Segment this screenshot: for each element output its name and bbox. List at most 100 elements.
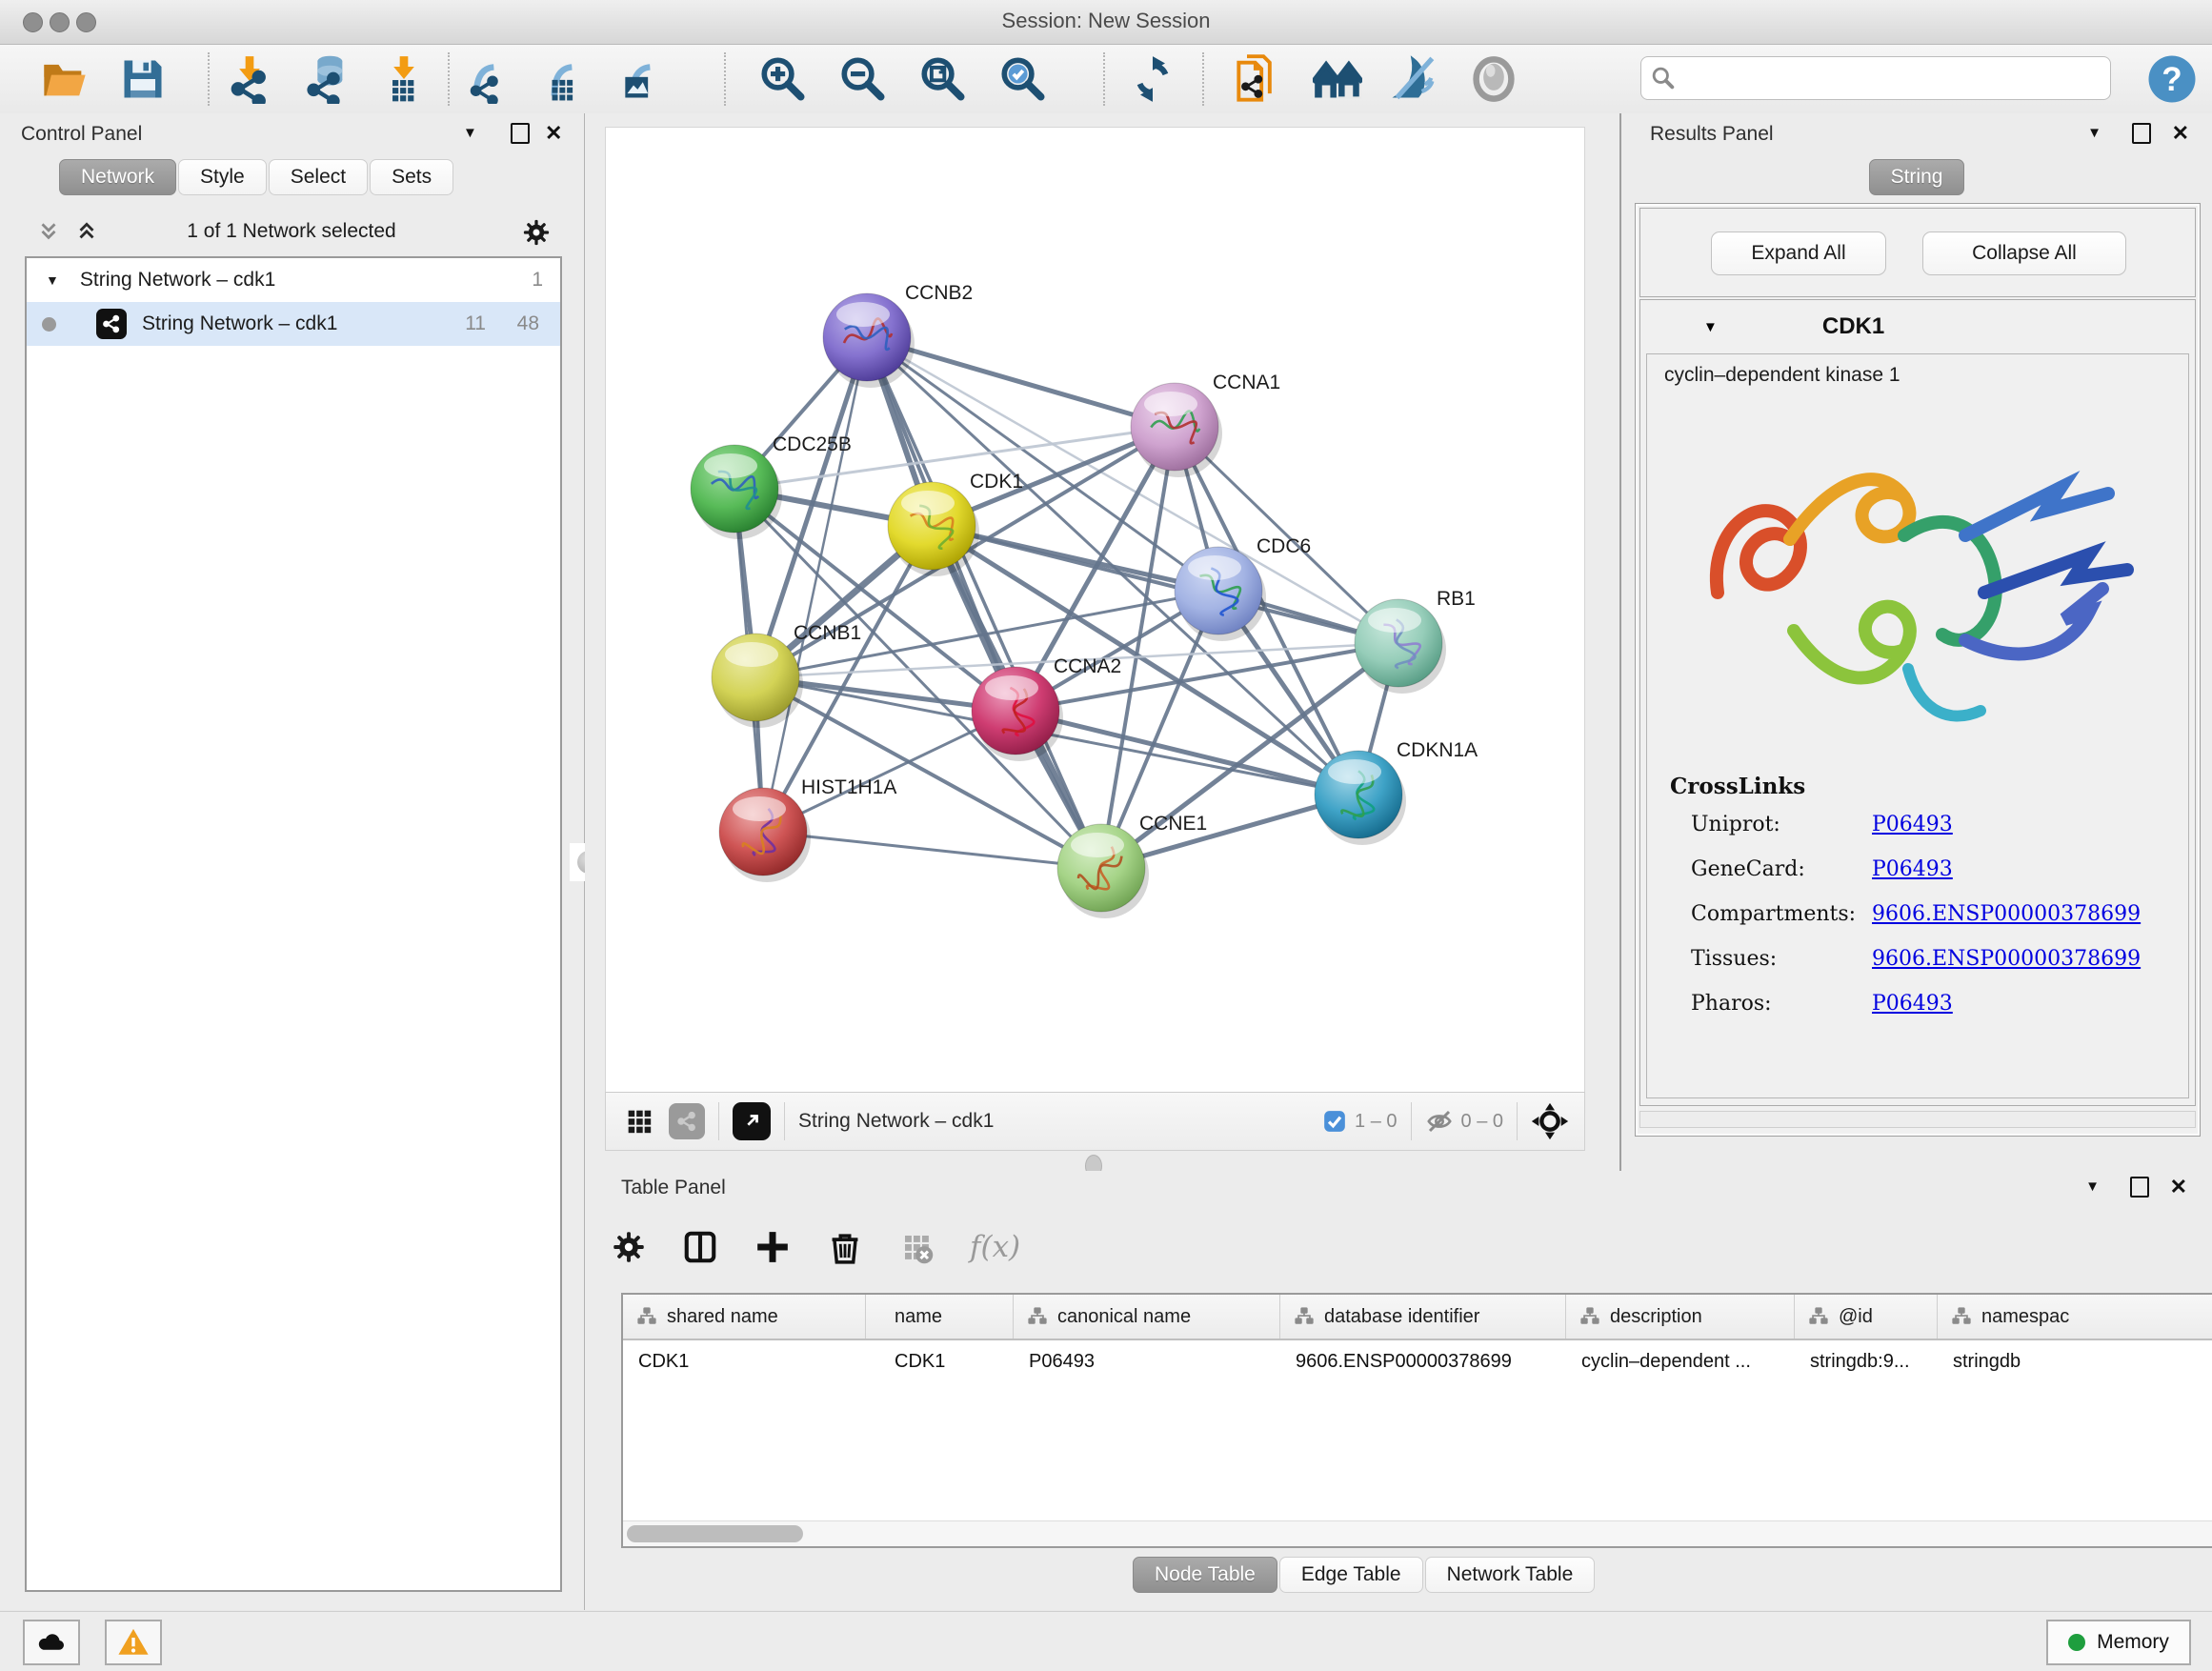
table-cell[interactable]: CDK1	[623, 1340, 866, 1382]
memory-button[interactable]: Memory	[2046, 1620, 2191, 1665]
node-CCNB2[interactable]: CCNB2	[823, 282, 973, 388]
zoom-selected-icon[interactable]	[998, 54, 1048, 104]
network-status-dot-icon	[42, 317, 56, 332]
tree-expand-caret-icon[interactable]: ▼	[46, 272, 59, 288]
node-CDK1[interactable]: CDK1	[888, 471, 1023, 576]
expand-all-button[interactable]: Expand All	[1711, 232, 1886, 275]
node-CDC6[interactable]: CDC6	[1175, 535, 1311, 641]
column-network-icon	[1579, 1306, 1600, 1327]
close-panel-icon[interactable]: ✕	[545, 121, 562, 146]
crosslink-label: Compartments:	[1670, 902, 1872, 947]
node-CCNA1[interactable]: CCNA1	[1131, 372, 1280, 477]
crosslink-link[interactable]: P06493	[1872, 813, 1953, 857]
tab-string[interactable]: String	[1869, 159, 1965, 195]
tab-select[interactable]: Select	[269, 159, 368, 195]
card-collapse-caret-icon[interactable]: ▼	[1703, 319, 1718, 335]
crosslink-link[interactable]: P06493	[1872, 857, 1953, 902]
zoom-in-icon[interactable]	[758, 54, 808, 104]
close-panel-icon[interactable]: ✕	[2170, 1175, 2187, 1199]
collapse-panel-icon[interactable]: ▼	[2085, 1178, 2100, 1195]
import-network-database-icon[interactable]	[301, 54, 351, 104]
column-header-canonical-name[interactable]: canonical name	[1014, 1295, 1280, 1339]
export-network-icon[interactable]	[465, 54, 514, 104]
table-cell[interactable]: cyclin–dependent ...	[1566, 1340, 1795, 1382]
tab-sets[interactable]: Sets	[370, 159, 453, 195]
tab-edge-table[interactable]: Edge Table	[1279, 1557, 1423, 1593]
table-row[interactable]: CDK1CDK1P064939606.ENSP00000378699cyclin…	[623, 1340, 2212, 1382]
export-image-icon[interactable]	[621, 54, 671, 104]
table-horizontal-scrollbar[interactable]	[623, 1520, 2212, 1546]
table-cell[interactable]: P06493	[1014, 1340, 1280, 1382]
tab-node-table[interactable]: Node Table	[1133, 1557, 1277, 1593]
open-session-icon[interactable]	[40, 54, 90, 104]
zoom-out-icon[interactable]	[838, 54, 888, 104]
table-cell[interactable]: 9606.ENSP00000378699	[1280, 1340, 1566, 1382]
zoom-fit-icon[interactable]	[918, 54, 968, 104]
close-panel-icon[interactable]: ✕	[2172, 121, 2189, 146]
selected-checkbox-icon[interactable]	[1322, 1109, 1347, 1134]
cloud-button[interactable]	[23, 1620, 80, 1665]
crosslink-link[interactable]: 9606.ENSP00000378699	[1872, 947, 2141, 992]
column-header-database-identifier[interactable]: database identifier	[1280, 1295, 1566, 1339]
column-header-namespac[interactable]: namespac	[1938, 1295, 2212, 1339]
help-icon[interactable]: ?	[2145, 52, 2195, 102]
tab-style[interactable]: Style	[178, 159, 267, 195]
node-RB1[interactable]: RB1	[1355, 588, 1476, 694]
table-cell[interactable]: CDK1	[866, 1340, 1014, 1382]
grid-view-icon[interactable]	[623, 1105, 655, 1137]
node-HIST1H1A[interactable]: HIST1H1A	[719, 776, 896, 882]
float-panel-icon[interactable]	[2130, 1177, 2149, 1198]
search-input[interactable]	[1640, 56, 2111, 100]
gear-icon[interactable]	[522, 218, 551, 247]
add-column-icon[interactable]	[754, 1229, 791, 1265]
crosslink-link[interactable]: 9606.ENSP00000378699	[1872, 902, 2141, 947]
results-panel-title: Results Panel	[1650, 123, 1774, 146]
edge-CCNB2-CCNE1[interactable]	[867, 337, 1101, 868]
return-home-icon[interactable]	[1313, 54, 1362, 104]
scrollbar-thumb[interactable]	[627, 1525, 803, 1542]
tab-network-table[interactable]: Network Table	[1425, 1557, 1596, 1593]
collapse-all-button[interactable]: Collapse All	[1922, 232, 2126, 275]
float-panel-icon[interactable]	[2132, 123, 2151, 144]
application-window: Session: New Session	[0, 0, 2212, 1671]
crosslink-link[interactable]: P06493	[1872, 992, 1953, 1037]
table-settings-gear-icon[interactable]	[612, 1230, 646, 1264]
network-collection-row[interactable]: ▼ String Network – cdk1 1	[27, 258, 560, 302]
table-cell[interactable]: stringdb	[1938, 1340, 2212, 1382]
search-text-field[interactable]	[1683, 61, 2097, 93]
column-header-name[interactable]: name	[866, 1295, 1014, 1339]
save-session-icon[interactable]	[118, 54, 168, 104]
float-panel-icon[interactable]	[511, 123, 530, 144]
node-CCNB1[interactable]: CCNB1	[712, 622, 861, 728]
hide-selected-icon[interactable]	[1391, 54, 1440, 104]
results-horizontal-scrollbar[interactable]	[1639, 1111, 2196, 1128]
export-table-icon[interactable]	[543, 54, 593, 104]
delete-column-icon[interactable]	[827, 1229, 863, 1265]
edge-HIST1H1A-CCNE1[interactable]	[763, 832, 1101, 868]
column-header-description[interactable]: description	[1566, 1295, 1795, 1339]
column-header-shared-name[interactable]: shared name	[623, 1295, 866, 1339]
edge-CDK1-RB1[interactable]	[932, 526, 1398, 643]
show-columns-icon[interactable]	[682, 1229, 718, 1265]
edge-CCNB2-HIST1H1A[interactable]	[763, 337, 867, 832]
node-CDKN1A[interactable]: CDKN1A	[1315, 739, 1478, 845]
first-neighbors-icon[interactable]	[1235, 54, 1284, 104]
table-cell[interactable]: stringdb:9...	[1795, 1340, 1938, 1382]
detach-view-icon[interactable]	[733, 1102, 771, 1140]
warning-button[interactable]	[105, 1620, 162, 1665]
network-overview-icon[interactable]	[669, 1103, 705, 1139]
collapse-panel-icon[interactable]: ▼	[2087, 125, 2101, 141]
tab-network[interactable]: Network	[59, 159, 176, 195]
refresh-icon[interactable]	[1128, 54, 1177, 104]
collection-label: String Network – cdk1	[80, 269, 275, 292]
crosslink-label: Uniprot:	[1670, 813, 1872, 857]
collapse-panel-icon[interactable]: ▼	[463, 125, 477, 141]
import-table-file-icon[interactable]	[379, 54, 429, 104]
network-row[interactable]: String Network – cdk1 11 48	[27, 302, 560, 346]
network-canvas[interactable]: CCNB2CCNA1CDC25BCDK1CDC6RB1CCNB1CCNA2CDK…	[605, 127, 1585, 1094]
show-all-icon[interactable]	[1469, 54, 1518, 104]
import-network-file-icon[interactable]	[225, 54, 274, 104]
hidden-node-edge-count: 0 – 0	[1461, 1111, 1503, 1133]
birds-eye-toggle-icon[interactable]	[1531, 1102, 1569, 1140]
column-header-@id[interactable]: @id	[1795, 1295, 1938, 1339]
